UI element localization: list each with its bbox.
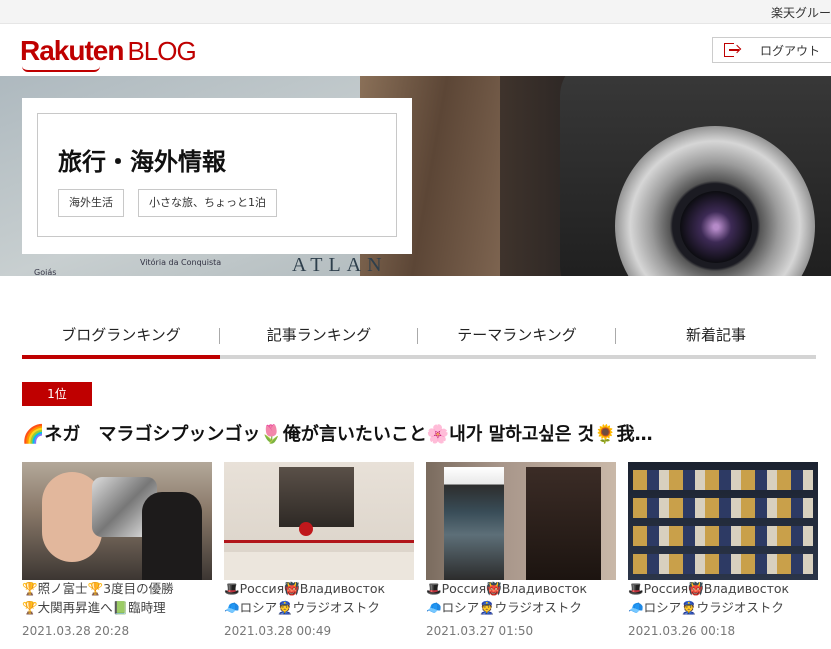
site-header: Rakuten BLOG ログアウト xyxy=(0,24,831,76)
article-caption-line1: 🎩Россия👹Владивосток xyxy=(628,581,790,596)
ranked-blog-title[interactable]: 🌈ネガ マラゴシプッンゴッ🌷俺が言いたいこと🌸내가 말하고싶은 것🌻我… xyxy=(22,420,822,446)
article-caption-line2: 🧢ロシア👮ウラジオストク xyxy=(426,600,582,615)
rakuten-blog-logo[interactable]: Rakuten BLOG xyxy=(20,35,197,72)
rakuten-group-link[interactable]: 楽天グルー xyxy=(771,4,831,21)
article-date: 2021.03.26 00:18 xyxy=(628,624,736,638)
category-title: 旅行・海外情報 xyxy=(58,148,226,176)
article-caption-line1: 🎩Россия👹Владивосток xyxy=(426,581,588,596)
article-thumbnail[interactable] xyxy=(22,462,212,580)
tab-underline xyxy=(22,355,816,359)
logo-swoosh-icon xyxy=(22,66,100,72)
map-label-goias: Goiás xyxy=(34,268,57,276)
map-ocean-label: ATLAN xyxy=(292,254,388,276)
article-card[interactable]: 🎩Россия👹Владивосток 🧢ロシア👮ウラジオストク 2021.03… xyxy=(224,462,414,638)
tag-chiisana-tabi[interactable]: 小さな旅、ちょっと1泊 xyxy=(138,189,277,217)
ranking-tabs: ブログランキング 記事ランキング テーマランキング 新着記事 xyxy=(22,318,816,360)
category-title-box: 旅行・海外情報 海外生活 小さな旅、ちょっと1泊 xyxy=(22,98,412,254)
tab-theme-ranking[interactable]: テーマランキング xyxy=(418,318,616,356)
article-card[interactable]: 🎩Россия👹Владивосток 🧢ロシア👮ウラジオストク 2021.03… xyxy=(628,462,818,638)
logo-rakuten-text: Rakuten xyxy=(20,35,124,66)
article-thumbnail[interactable] xyxy=(224,462,414,580)
rank-badge: 1位 xyxy=(22,382,92,406)
hero-camera-glass xyxy=(680,191,752,263)
logout-label: ログアウト xyxy=(760,43,821,58)
tab-new-articles-label: 新着記事 xyxy=(685,326,746,344)
article-card[interactable]: 🎩Россия👹Владивосток 🧢ロシア👮ウラジオストク 2021.03… xyxy=(426,462,616,638)
tab-blog-ranking[interactable]: ブログランキング xyxy=(22,318,220,356)
tab-new-articles[interactable]: 新着記事 xyxy=(616,318,816,356)
tab-blog-ranking-label: ブログランキング xyxy=(61,326,181,344)
tag-kaigai-seikatsu[interactable]: 海外生活 xyxy=(58,189,124,217)
article-card[interactable]: 🏆照ノ富士🏆3度目の優勝 🏆大関再昇進へ📗臨時理 2021.03.28 20:2… xyxy=(22,462,212,638)
logout-icon xyxy=(724,43,742,57)
article-thumbnail[interactable] xyxy=(426,462,616,580)
article-date: 2021.03.27 01:50 xyxy=(426,624,534,638)
article-thumbnail[interactable] xyxy=(628,462,818,580)
article-date: 2021.03.28 20:28 xyxy=(22,624,130,638)
article-caption-line2: 🧢ロシア👮ウラジオストク xyxy=(224,600,380,615)
map-label-vitoria: Vitória da Conquista xyxy=(140,258,222,267)
article-caption-line1: 🏆照ノ富士🏆3度目の優勝 xyxy=(22,581,174,596)
article-date: 2021.03.28 00:49 xyxy=(224,624,332,638)
article-caption-line1: 🎩Россия👹Владивосток xyxy=(224,581,386,596)
logout-button[interactable]: ログアウト xyxy=(712,37,831,63)
tab-active-indicator xyxy=(22,355,220,359)
article-caption-line2: 🏆大関再昇進へ📗臨時理 xyxy=(22,600,166,615)
article-caption-line2: 🧢ロシア👮ウラジオストク xyxy=(628,600,784,615)
logo-blog-text: BLOG xyxy=(127,36,196,66)
top-utility-bar: 楽天グルー xyxy=(0,0,831,24)
tab-theme-ranking-label: テーマランキング xyxy=(457,326,577,344)
category-title-frame: 旅行・海外情報 海外生活 小さな旅、ちょっと1泊 xyxy=(37,113,397,237)
tab-article-ranking-label: 記事ランキング xyxy=(266,326,372,344)
tab-article-ranking[interactable]: 記事ランキング xyxy=(220,318,418,356)
